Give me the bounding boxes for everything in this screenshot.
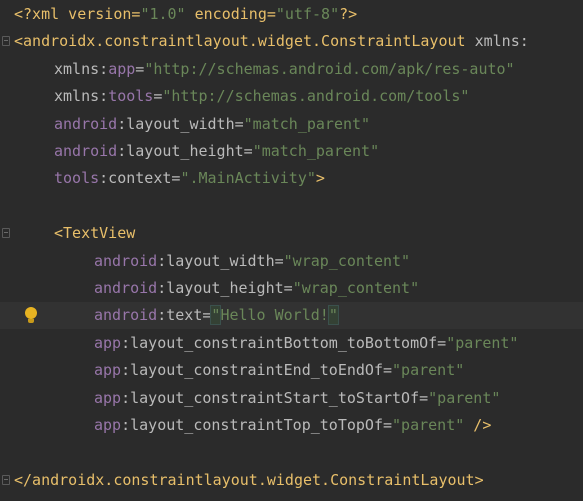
code-line[interactable]: app:layout_constraintTop_toTopOf="parent… [0, 412, 583, 439]
code-token: = [135, 59, 145, 78]
code-token: android [54, 142, 118, 160]
code-text: android:layout_width="match_parent" [54, 111, 370, 138]
code-token: xmlns: [54, 87, 109, 106]
code-token: " [327, 305, 339, 326]
code-token: tools [108, 87, 154, 106]
code-token: > [315, 169, 325, 188]
code-text: tools:context=".MainActivity"> [54, 165, 325, 192]
code-token: "http://schemas.android.com/tools" [162, 87, 470, 106]
code-text: <?xml version="1.0" encoding="utf-8"?> [14, 1, 357, 28]
code-line[interactable]: app:layout_constraintEnd_toEndOf="parent… [0, 357, 583, 384]
code-line[interactable]: app:layout_constraintBottom_toBottomOf="… [0, 330, 583, 357]
code-line[interactable]: android:layout_width="wrap_content" [0, 248, 583, 275]
code-line[interactable]: <TextView [0, 220, 583, 247]
code-token: "parent" [392, 361, 465, 380]
code-line[interactable] [0, 439, 583, 466]
code-token: </androidx.constraintlayout.widget.Const… [14, 470, 484, 489]
code-token: <TextView [54, 224, 136, 243]
code-token: /> [464, 416, 492, 434]
code-text: android:layout_height="wrap_content" [94, 275, 419, 302]
code-text: android:layout_width="wrap_content" [94, 248, 410, 275]
code-text: xmlns:tools="http://schemas.android.com/… [54, 83, 469, 110]
code-token: :layout_constraintEnd_toEndOf= [121, 361, 393, 380]
code-token: :layout_constraintBottom_toBottomOf= [121, 333, 447, 352]
code-token: :layout_constraintTop_toTopOf= [121, 416, 393, 434]
fold-icon[interactable] [2, 474, 10, 485]
code-token: "1.0" [140, 5, 186, 23]
code-token: app [94, 333, 122, 352]
code-token: "parent" [446, 333, 519, 352]
code-text: xmlns:app="http://schemas.android.com/ap… [54, 56, 515, 83]
code-token: :layout_height= [157, 279, 293, 297]
code-token: ".MainActivity" [180, 169, 316, 188]
code-line[interactable]: xmlns:app="http://schemas.android.com/ap… [0, 56, 583, 83]
code-text: app:layout_constraintStart_toStartOf="pa… [94, 385, 500, 412]
code-line[interactable]: tools:context=".MainActivity"> [0, 165, 583, 192]
code-token: "http://schemas.android.com/apk/res-auto… [144, 59, 515, 78]
code-line[interactable] [0, 193, 583, 220]
code-token: :layout_width= [117, 114, 244, 133]
fold-icon[interactable] [2, 36, 10, 47]
code-text: android:layout_height="match_parent" [54, 138, 379, 165]
code-token: app [94, 416, 122, 434]
code-text: <TextView [54, 220, 135, 247]
code-token: android [54, 114, 118, 133]
code-line[interactable]: </androidx.constraintlayout.widget.Const… [0, 467, 583, 494]
code-token: app [94, 361, 122, 380]
code-token: encoding= [185, 5, 276, 23]
code-text: android:text="Hello World!" [94, 302, 339, 329]
code-token: "wrap_content" [283, 251, 411, 270]
code-token: xmlns: [465, 32, 529, 51]
code-text: app:layout_constraintBottom_toBottomOf="… [94, 330, 518, 357]
code-line[interactable]: android:layout_height="wrap_content" [0, 275, 583, 302]
code-token: :layout_width= [157, 251, 284, 270]
code-line[interactable]: android:text="Hello World!" [0, 302, 583, 330]
code-token: android [94, 306, 158, 325]
code-token: Hello World! [220, 306, 329, 325]
code-token: :layout_constraintStart_toStartOf= [121, 388, 429, 407]
fold-icon[interactable] [2, 228, 10, 239]
code-line[interactable]: android:layout_height="match_parent" [0, 138, 583, 165]
code-line[interactable]: <androidx.constraintlayout.widget.Constr… [0, 28, 583, 55]
code-editor[interactable]: <?xml version="1.0" encoding="utf-8"?> <a… [0, 0, 583, 501]
code-token: xmlns: [54, 59, 109, 78]
code-token: :text= [157, 306, 212, 325]
code-token: "utf-8" [275, 5, 340, 23]
code-token: app [94, 388, 122, 407]
code-token: :layout_height= [117, 142, 253, 160]
code-token: <androidx.constraintlayout.widget.Constr… [14, 32, 466, 51]
code-token: android [94, 251, 158, 270]
code-token: "match_parent" [243, 114, 371, 133]
code-line[interactable]: xmlns:tools="http://schemas.android.com/… [0, 83, 583, 110]
code-text: </androidx.constraintlayout.widget.Const… [14, 467, 484, 494]
code-token: ?> [339, 5, 358, 23]
code-text: app:layout_constraintEnd_toEndOf="parent… [94, 357, 464, 384]
code-text: <androidx.constraintlayout.widget.Constr… [14, 28, 529, 55]
code-token: "wrap_content" [292, 279, 420, 297]
code-token: app [108, 59, 136, 78]
code-text: app:layout_constraintTop_toTopOf="parent… [94, 412, 491, 439]
code-line[interactable]: <?xml version="1.0" encoding="utf-8"?> [0, 1, 583, 28]
code-token: :context= [99, 169, 181, 188]
code-token: "match_parent" [252, 142, 380, 160]
code-line[interactable]: app:layout_constraintStart_toStartOf="pa… [0, 385, 583, 412]
code-token: "parent" [428, 388, 501, 407]
code-token: tools [54, 169, 100, 188]
code-token: android [94, 279, 158, 297]
code-token: <?xml version= [14, 5, 141, 23]
lightbulb-icon[interactable] [25, 307, 37, 324]
code-token: "parent" [392, 416, 465, 434]
code-line[interactable]: android:layout_width="match_parent" [0, 111, 583, 138]
